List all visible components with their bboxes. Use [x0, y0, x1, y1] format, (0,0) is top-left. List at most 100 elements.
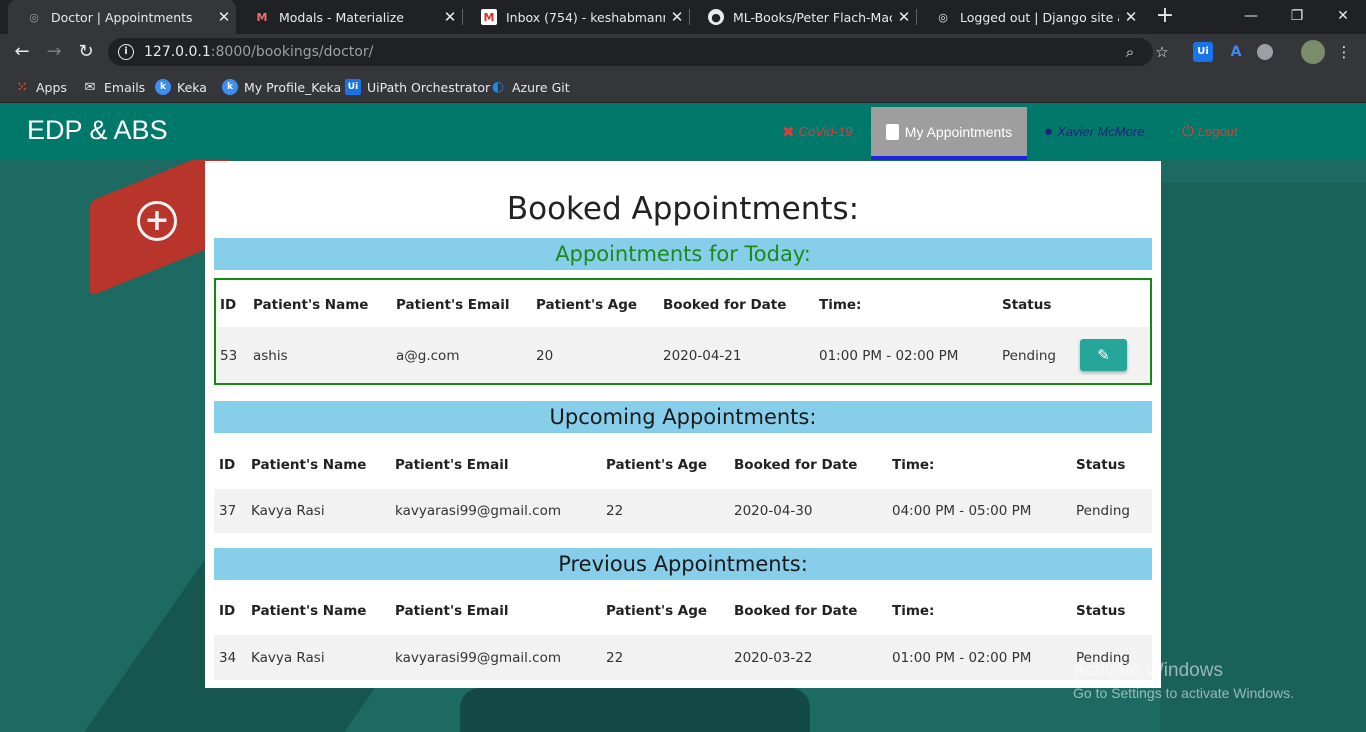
back-button[interactable]: ←: [10, 40, 34, 64]
tab-github-ml-books[interactable]: ● ML-Books/Peter Flach-Machine ✕: [690, 0, 916, 34]
close-tab-icon[interactable]: ✕: [892, 8, 916, 26]
site-brand[interactable]: EDP & ABS: [27, 115, 168, 146]
materialize-icon: M: [256, 10, 268, 24]
bookmark-label: Emails: [104, 79, 146, 95]
column-header-id: ID: [219, 603, 236, 619]
new-tab-button[interactable]: +: [1153, 4, 1177, 28]
bookmark-star-icon[interactable]: ☆: [1152, 42, 1172, 62]
bookmark-label: Keka: [177, 79, 207, 95]
column-header-name: Patient's Name: [253, 297, 369, 313]
tab-title: Modals - Materialize: [279, 9, 404, 25]
maximize-window-button[interactable]: ❐: [1282, 4, 1312, 28]
bookmarks-bar: ⁙ Apps ✉ Emails k Keka k My Profile_Keka…: [0, 70, 1366, 103]
table-header-row: ID Patient's Name Patient's Email Patien…: [216, 297, 1150, 317]
power-icon: ⏻: [1182, 123, 1194, 140]
column-header-age: Patient's Age: [606, 457, 708, 473]
background-illustration: [460, 688, 810, 732]
site-navbar: EDP & ABS ✖ CoVid-19 My Appointments ● X…: [0, 103, 1366, 160]
cell-id: 53: [220, 348, 238, 364]
nav-covid-label: CoVid-19: [798, 124, 853, 139]
column-header-time: Time:: [892, 603, 935, 619]
bookmark-emails[interactable]: ✉ Emails: [82, 77, 146, 97]
url-text: 127.0.0.1:8000/bookings/doctor/: [144, 44, 373, 60]
edit-appointment-button[interactable]: ✎: [1080, 339, 1127, 371]
column-header-status: Status: [1076, 603, 1126, 619]
url-path: :8000/bookings/doctor/: [210, 44, 374, 60]
nav-logout-link[interactable]: ⏻ Logout: [1182, 103, 1238, 160]
tab-django-admin[interactable]: ◎ Logged out | Django site admi ✕: [917, 0, 1143, 34]
bookmark-my-profile-keka[interactable]: k My Profile_Keka: [222, 77, 341, 97]
today-heading: Appointments for Today:: [214, 238, 1152, 270]
previous-table: ID Patient's Name Patient's Email Patien…: [214, 580, 1152, 680]
nav-user-link[interactable]: ● Xavier McMore: [1044, 103, 1144, 160]
column-header-age: Patient's Age: [606, 603, 708, 619]
zoom-icon[interactable]: ⌕: [1120, 42, 1140, 62]
menu-kebab-icon[interactable]: ⋮: [1334, 42, 1354, 62]
minimize-window-button[interactable]: —: [1236, 4, 1266, 28]
column-header-name: Patient's Name: [251, 457, 367, 473]
column-header-date: Booked for Date: [663, 297, 787, 313]
document-icon: [885, 123, 899, 140]
virus-icon: ✖: [782, 123, 795, 141]
close-tab-icon[interactable]: ✕: [438, 8, 462, 26]
close-tab-icon[interactable]: ✕: [212, 8, 236, 26]
cell-age: 20: [536, 348, 554, 364]
profile-avatar[interactable]: [1301, 40, 1325, 64]
tab-title: Inbox (754) - keshabmanni22@: [506, 9, 665, 25]
cell-age: 22: [606, 650, 624, 666]
close-tab-icon[interactable]: ✕: [1119, 8, 1143, 26]
today-table: ID Patient's Name Patient's Email Patien…: [214, 278, 1152, 385]
column-header-status: Status: [1076, 457, 1126, 473]
column-header-date: Booked for Date: [734, 457, 858, 473]
nav-covid-link[interactable]: ✖ CoVid-19: [782, 103, 853, 160]
close-tab-icon[interactable]: ✕: [665, 8, 689, 26]
forward-button[interactable]: →: [42, 40, 66, 64]
tab-title: Logged out | Django site admi: [960, 9, 1119, 25]
cell-email: a@g.com: [396, 348, 460, 364]
nav-my-appointments-label: My Appointments: [904, 123, 1013, 140]
bookmark-label: Apps: [36, 79, 67, 95]
extension-circle-icon[interactable]: [1257, 44, 1273, 60]
page-viewport: + EDP & ABS ✖ CoVid-19 My Appointments ●…: [0, 103, 1366, 732]
column-header-age: Patient's Age: [536, 297, 638, 313]
browser-tab-strip: ◎ Doctor | Appointments ✕ M Modals - Mat…: [0, 0, 1366, 34]
cell-status: Pending: [1002, 348, 1056, 364]
reload-button[interactable]: ↻: [74, 40, 98, 64]
bookmark-apps[interactable]: ⁙ Apps: [14, 77, 67, 97]
cell-id: 37: [219, 503, 237, 519]
nav-my-appointments-link[interactable]: My Appointments: [871, 107, 1027, 160]
column-header-status: Status: [1002, 297, 1052, 313]
address-bar[interactable]: i 127.0.0.1:8000/bookings/doctor/: [108, 38, 1153, 66]
translate-extension-icon[interactable]: A: [1226, 42, 1246, 62]
table-row: 34 Kavya Rasi kavyarasi99@gmail.com 22 2…: [214, 635, 1152, 680]
background-illustration: [1160, 183, 1366, 732]
url-host: 127.0.0.1: [144, 44, 211, 60]
azure-icon: ◐: [491, 79, 505, 95]
tab-modals-materialize[interactable]: M Modals - Materialize ✕: [236, 0, 462, 34]
globe-icon: ◎: [938, 10, 948, 24]
column-header-email: Patient's Email: [395, 603, 509, 619]
browser-toolbar: ← → ↻ i 127.0.0.1:8000/bookings/doctor/ …: [0, 34, 1366, 70]
close-window-button[interactable]: ✕: [1328, 4, 1358, 28]
upcoming-table: ID Patient's Name Patient's Email Patien…: [214, 433, 1152, 533]
uipath-extension-icon[interactable]: Ui: [1193, 42, 1213, 62]
cell-age: 22: [606, 503, 624, 519]
appointments-card: Booked Appointments: Appointments for To…: [205, 161, 1161, 688]
column-header-id: ID: [219, 457, 236, 473]
table-header-row: ID Patient's Name Patient's Email Patien…: [214, 457, 1152, 477]
bookmark-keka[interactable]: k Keka: [155, 77, 207, 97]
bookmark-azure-git[interactable]: ◐ Azure Git: [490, 77, 570, 97]
tab-inbox[interactable]: M Inbox (754) - keshabmanni22@ ✕: [463, 0, 689, 34]
cell-id: 34: [219, 650, 237, 666]
column-header-name: Patient's Name: [251, 603, 367, 619]
watermark-line-2: Go to Settings to activate Windows.: [1073, 685, 1294, 701]
github-icon: ●: [708, 9, 724, 25]
page-title: Booked Appointments:: [506, 191, 860, 227]
keka-icon: k: [155, 79, 171, 95]
cell-date: 2020-04-21: [663, 348, 742, 364]
bookmark-uipath-orchestrator[interactable]: Ui UiPath Orchestrator: [345, 77, 490, 97]
column-header-email: Patient's Email: [395, 457, 509, 473]
tab-title: ML-Books/Peter Flach-Machine: [733, 9, 892, 25]
tab-doctor-appointments[interactable]: ◎ Doctor | Appointments ✕: [8, 0, 236, 34]
site-info-icon[interactable]: i: [118, 44, 134, 60]
